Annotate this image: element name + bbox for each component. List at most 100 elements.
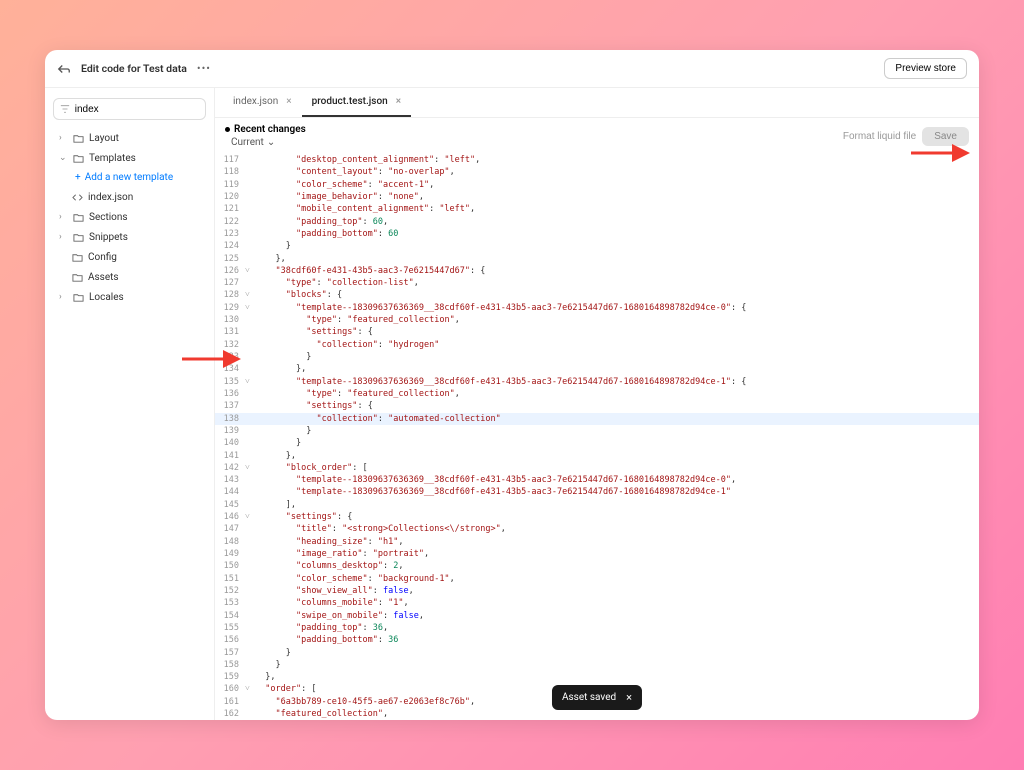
code-line[interactable]: 133 }	[215, 351, 979, 363]
code-line[interactable]: 158 }	[215, 659, 979, 671]
sidebar-item-snippets[interactable]: › Snippets	[53, 227, 206, 247]
folder-icon	[71, 271, 83, 283]
sidebar-item-layout[interactable]: › Layout	[53, 128, 206, 148]
code-line[interactable]: 156 "padding_bottom": 36	[215, 634, 979, 646]
tab-label: product.test.json	[312, 96, 388, 107]
code-line[interactable]: 127 "type": "collection-list",	[215, 277, 979, 289]
preview-store-button[interactable]: Preview store	[884, 58, 967, 79]
editor-wrap: 117 "desktop_content_alignment": "left",…	[215, 154, 979, 720]
page-title: Edit code for Test data	[81, 62, 187, 75]
chevron-right-icon: ›	[59, 292, 67, 302]
main-area: › Layout ⌄ Templates Add a new template …	[45, 88, 979, 720]
code-line[interactable]: 138 "collection": "automated-collection"	[215, 413, 979, 425]
sidebar-item-label: Templates	[89, 153, 136, 164]
sidebar-item-config[interactable]: Config	[53, 247, 206, 267]
filter-field[interactable]	[75, 104, 199, 115]
code-line[interactable]: 117 "desktop_content_alignment": "left",	[215, 154, 979, 166]
code-line[interactable]: 120 "image_behavior": "none",	[215, 191, 979, 203]
folder-icon	[71, 251, 83, 263]
content-area: index.json × product.test.json × Recent …	[215, 88, 979, 720]
more-icon[interactable]: •••	[197, 62, 211, 75]
close-icon[interactable]: ×	[396, 96, 401, 107]
subheader: Recent changes Current ⌄ Format liquid f…	[215, 118, 979, 154]
sidebar-item-label: index.json	[88, 192, 133, 203]
folder-icon	[72, 132, 84, 144]
code-line[interactable]: 122 "padding_top": 60,	[215, 216, 979, 228]
code-line[interactable]: 144 "template--18309637636369__38cdf60f-…	[215, 486, 979, 498]
code-line[interactable]: 157 }	[215, 647, 979, 659]
sidebar: › Layout ⌄ Templates Add a new template …	[45, 88, 215, 720]
toast-message: Asset saved	[562, 692, 616, 703]
code-line[interactable]: 149 "image_ratio": "portrait",	[215, 548, 979, 560]
code-line[interactable]: 151 "color_scheme": "background-1",	[215, 573, 979, 585]
sidebar-item-label: Snippets	[89, 232, 128, 243]
code-line[interactable]: 125 },	[215, 253, 979, 265]
topbar: Edit code for Test data ••• Preview stor…	[45, 50, 979, 88]
code-line[interactable]: 121 "mobile_content_alignment": "left",	[215, 203, 979, 215]
asset-saved-toast: Asset saved ×	[552, 685, 642, 710]
code-line[interactable]: 137 "settings": {	[215, 400, 979, 412]
tab-product-test-json[interactable]: product.test.json ×	[302, 88, 411, 117]
code-line[interactable]: 142˅ "block_order": [	[215, 462, 979, 474]
folder-icon	[72, 231, 84, 243]
filter-files-input[interactable]	[53, 98, 206, 120]
close-icon[interactable]: ×	[286, 96, 291, 107]
sidebar-item-label: Assets	[88, 272, 119, 283]
code-line[interactable]: 131 "settings": {	[215, 326, 979, 338]
code-line[interactable]: 123 "padding_bottom": 60	[215, 228, 979, 240]
sidebar-file-index-json[interactable]: index.json	[53, 187, 206, 207]
code-line[interactable]: 118 "content_layout": "no-overlap",	[215, 166, 979, 178]
code-line[interactable]: 135˅ "template--18309637636369__38cdf60f…	[215, 376, 979, 388]
code-line[interactable]: 153 "columns_mobile": "1",	[215, 597, 979, 609]
back-icon[interactable]	[57, 62, 71, 76]
code-line[interactable]: 128˅ "blocks": {	[215, 289, 979, 301]
code-line[interactable]: 129˅ "template--18309637636369__38cdf60f…	[215, 302, 979, 314]
code-file-icon	[71, 191, 83, 203]
folder-icon	[72, 211, 84, 223]
close-icon[interactable]: ×	[626, 691, 632, 704]
code-line[interactable]: 140 }	[215, 437, 979, 449]
dot-icon	[225, 127, 230, 132]
code-line[interactable]: 152 "show_view_all": false,	[215, 585, 979, 597]
code-editor[interactable]: 117 "desktop_content_alignment": "left",…	[215, 154, 979, 720]
sidebar-item-templates[interactable]: ⌄ Templates	[53, 148, 206, 168]
code-line[interactable]: 132 "collection": "hydrogen"	[215, 339, 979, 351]
code-line[interactable]: 145 ],	[215, 499, 979, 511]
chevron-down-icon: ⌄	[267, 137, 275, 148]
code-line[interactable]: 119 "color_scheme": "accent-1",	[215, 179, 979, 191]
code-line[interactable]: 146˅ "settings": {	[215, 511, 979, 523]
code-line[interactable]: 150 "columns_desktop": 2,	[215, 560, 979, 572]
folder-icon	[72, 152, 84, 164]
code-line[interactable]: 155 "padding_top": 36,	[215, 622, 979, 634]
chevron-right-icon: ›	[59, 232, 67, 242]
chevron-right-icon: ›	[59, 133, 67, 143]
sidebar-item-assets[interactable]: Assets	[53, 267, 206, 287]
tab-index-json[interactable]: index.json ×	[223, 88, 302, 117]
code-editor-window: Edit code for Test data ••• Preview stor…	[45, 50, 979, 720]
save-button[interactable]: Save	[922, 127, 969, 146]
code-line[interactable]: 139 }	[215, 425, 979, 437]
code-line[interactable]: 136 "type": "featured_collection",	[215, 388, 979, 400]
code-line[interactable]: 154 "swipe_on_mobile": false,	[215, 610, 979, 622]
code-line[interactable]: 130 "type": "featured_collection",	[215, 314, 979, 326]
sidebar-item-sections[interactable]: › Sections	[53, 207, 206, 227]
code-line[interactable]: 134 },	[215, 363, 979, 375]
sidebar-item-label: Sections	[89, 212, 128, 223]
code-line[interactable]: 159 },	[215, 671, 979, 683]
folder-icon	[72, 291, 84, 303]
code-line[interactable]: 126˅ "38cdf60f-e431-43b5-aac3-7e6215447d…	[215, 265, 979, 277]
format-liquid-button[interactable]: Format liquid file	[843, 131, 916, 142]
sidebar-item-label: Config	[88, 252, 117, 263]
recent-changes-label: Recent changes	[225, 124, 306, 135]
chevron-right-icon: ›	[59, 212, 67, 222]
code-line[interactable]: 148 "heading_size": "h1",	[215, 536, 979, 548]
add-new-template-link[interactable]: Add a new template	[53, 168, 206, 187]
code-line[interactable]: 124 }	[215, 240, 979, 252]
tabs: index.json × product.test.json ×	[215, 88, 979, 118]
version-dropdown[interactable]: Current ⌄	[225, 137, 306, 148]
code-line[interactable]: 147 "title": "<strong>Collections<\/stro…	[215, 523, 979, 535]
sidebar-item-locales[interactable]: › Locales	[53, 287, 206, 307]
code-line[interactable]: 143 "template--18309637636369__38cdf60f-…	[215, 474, 979, 486]
code-line[interactable]: 141 },	[215, 450, 979, 462]
sidebar-item-label: Locales	[89, 292, 124, 303]
